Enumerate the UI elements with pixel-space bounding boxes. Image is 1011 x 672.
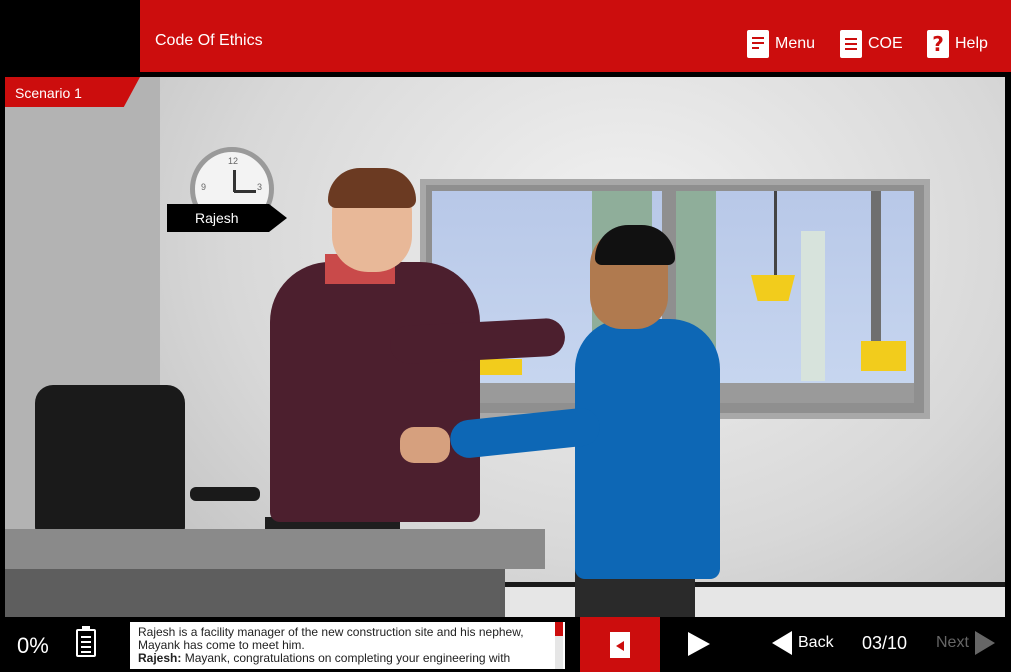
document-icon [840,30,862,58]
desk-top [5,529,545,569]
transcript-box[interactable]: Rajesh is a facility manager of the new … [130,622,565,669]
help-label: Help [955,35,988,52]
transcript-line-2: Mayank, congratulations on completing yo… [181,651,511,665]
coe-label: COE [868,35,903,52]
crane-cable [774,191,777,275]
handshake [400,427,450,463]
back-arrow-icon [772,631,792,655]
rajesh-hair [328,168,416,208]
play-button[interactable] [688,632,710,656]
header-banner: Code Of Ethics Menu COE ? Help [140,0,1011,72]
back-label: Back [798,634,834,651]
exit-icon [610,631,630,658]
excavator [861,341,906,371]
top-bar: Code Of Ethics Menu COE ? Help [0,0,1011,72]
chair-armrest [190,487,260,501]
course-title: Code Of Ethics [155,32,263,49]
clock-number-9: 9 [201,182,207,192]
crane-basket [751,275,795,301]
building [801,231,825,381]
bottom-bar: 0% Rajesh is a facility manager of the n… [0,617,1011,672]
transcript-scroll-thumb[interactable] [555,622,563,636]
scenario-tag: Scenario 1 [5,77,140,107]
progress-percent: 0% [17,633,49,658]
mayank-hair [595,225,675,265]
clock-number-12: 12 [228,156,239,166]
page-indicator: 03/10 [862,633,908,653]
help-icon: ? [927,30,949,58]
menu-button[interactable]: Menu [747,30,815,58]
back-button[interactable]: Back [772,631,834,655]
menu-icon [747,30,769,58]
scene-stage: 12 9 3 Scenario 1 Rajesh [5,77,1005,617]
clock-minute-hand [234,190,256,193]
character-name-tag: Rajesh [167,204,287,232]
mayank-shirt [575,319,720,579]
help-button[interactable]: ? Help [927,30,988,58]
help-glyph: ? [932,32,944,56]
coe-button[interactable]: COE [840,30,903,58]
next-label: Next [936,634,969,651]
next-button[interactable]: Next [936,631,995,655]
rajesh-sweater [270,262,480,522]
clock-hour-hand [233,170,236,192]
office-chair [35,385,185,535]
transcript-toggle-icon[interactable] [76,626,96,657]
exit-button[interactable] [580,617,660,672]
transcript-speaker: Rajesh: [138,651,182,665]
next-arrow-icon [974,631,995,655]
transcript-line-1: Rajesh is a facility manager of the new … [138,625,524,652]
desk-front [5,569,505,617]
menu-label: Menu [775,35,816,52]
